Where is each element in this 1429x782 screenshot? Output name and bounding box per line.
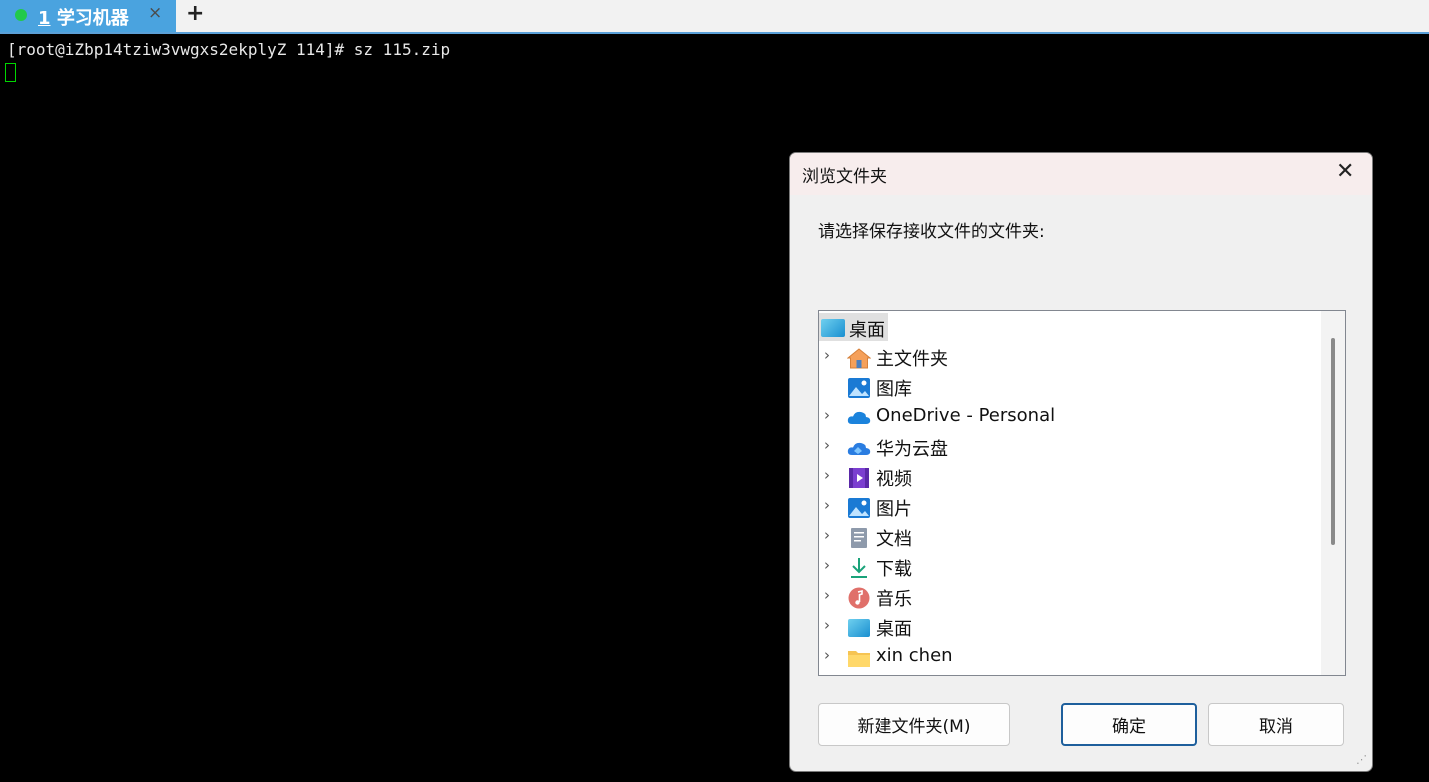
gallery-icon: [848, 378, 870, 398]
tree-item-onedrive[interactable]: › OneDrive - Personal: [819, 402, 1319, 432]
chevron-right-icon[interactable]: ›: [824, 586, 830, 604]
folder-icon: [848, 651, 870, 667]
new-folder-button[interactable]: 新建文件夹(M): [818, 703, 1010, 746]
tree-item-label: 文档: [876, 529, 912, 550]
tree-item-label: 图库: [876, 379, 912, 400]
tree-item-desktop[interactable]: › 桌面: [819, 612, 1319, 642]
resize-grip-icon[interactable]: ⋰: [1356, 753, 1367, 766]
scrollbar-thumb[interactable]: [1331, 338, 1335, 545]
tree-item-label: 下载: [876, 559, 912, 580]
tree-item-label: 华为云盘: [876, 439, 948, 460]
tree-item-home[interactable]: › 主文件夹: [819, 342, 1319, 372]
music-icon: [848, 587, 870, 609]
tab-title: 1 学习机器: [38, 4, 129, 30]
tree-item-videos[interactable]: › 视频: [819, 462, 1319, 492]
chevron-right-icon[interactable]: ›: [824, 526, 830, 544]
tab-close-icon[interactable]: ×: [148, 3, 162, 23]
tree-item-music[interactable]: › 音乐: [819, 582, 1319, 612]
chevron-right-icon[interactable]: ›: [824, 556, 830, 574]
desktop-icon: [848, 619, 870, 637]
tree-scrollbar[interactable]: [1321, 311, 1345, 675]
chevron-right-icon[interactable]: ›: [824, 406, 830, 424]
tree-item-gallery[interactable]: 图库: [819, 372, 1319, 402]
dialog-prompt: 请选择保存接收文件的文件夹:: [818, 222, 1045, 242]
connection-status-icon: [15, 9, 27, 21]
tree-item-pictures[interactable]: › 图片: [819, 492, 1319, 522]
tree-item-label: 桌面: [876, 619, 912, 640]
onedrive-icon: [847, 411, 871, 424]
documents-icon: [851, 528, 867, 548]
tab-title-text: 学习机器: [56, 8, 129, 29]
chevron-right-icon[interactable]: ›: [824, 466, 830, 484]
tree-item-downloads[interactable]: › 下载: [819, 552, 1319, 582]
chevron-right-icon[interactable]: ›: [824, 646, 830, 664]
pictures-icon: [848, 498, 870, 518]
tab-bar: 1 学习机器 × +: [0, 0, 1429, 34]
tree-item-huawei-cloud[interactable]: › 华为云盘: [819, 432, 1319, 462]
tree-root-desktop[interactable]: 桌面: [819, 313, 888, 341]
home-icon: [847, 348, 871, 369]
tree-item-label: 音乐: [876, 589, 912, 610]
chevron-right-icon[interactable]: ›: [824, 346, 830, 364]
ok-button[interactable]: 确定: [1061, 703, 1197, 746]
tree-item-label: OneDrive - Personal: [876, 405, 1056, 426]
cancel-button[interactable]: 取消: [1208, 703, 1344, 746]
new-tab-button[interactable]: +: [186, 1, 204, 26]
download-icon: [851, 558, 867, 578]
tree-item-label: 图片: [876, 499, 912, 520]
chevron-right-icon[interactable]: ›: [824, 436, 830, 454]
tree-item-xin-chen[interactable]: › xin chen: [819, 642, 1319, 672]
tree-item-label: 视频: [876, 469, 912, 490]
tree-item-label: xin chen: [876, 645, 953, 666]
browse-folder-dialog: 浏览文件夹 ✕ 请选择保存接收文件的文件夹: 桌面 › 主文件夹 图库 › On…: [789, 152, 1373, 772]
tree-item-label: 主文件夹: [876, 349, 948, 370]
huawei-cloud-icon: [847, 442, 871, 455]
dialog-titlebar: 浏览文件夹 ✕: [790, 153, 1372, 195]
session-tab[interactable]: 1 学习机器 ×: [0, 0, 176, 32]
tree-root-label: 桌面: [849, 320, 885, 341]
close-icon[interactable]: ✕: [1336, 159, 1354, 184]
tree-item-documents[interactable]: › 文档: [819, 522, 1319, 552]
desktop-icon: [821, 319, 845, 337]
tab-number: 1: [38, 8, 51, 29]
terminal-cursor: [5, 63, 16, 82]
chevron-right-icon[interactable]: ›: [824, 616, 830, 634]
video-icon: [849, 468, 869, 488]
dialog-title: 浏览文件夹: [802, 167, 887, 187]
terminal-line: [root@iZbp14tziw3vwgxs2ekplyZ 114]# sz 1…: [7, 40, 451, 59]
chevron-right-icon[interactable]: ›: [824, 496, 830, 514]
folder-tree[interactable]: 桌面 › 主文件夹 图库 › OneDrive - Personal › 华为云…: [818, 310, 1346, 676]
